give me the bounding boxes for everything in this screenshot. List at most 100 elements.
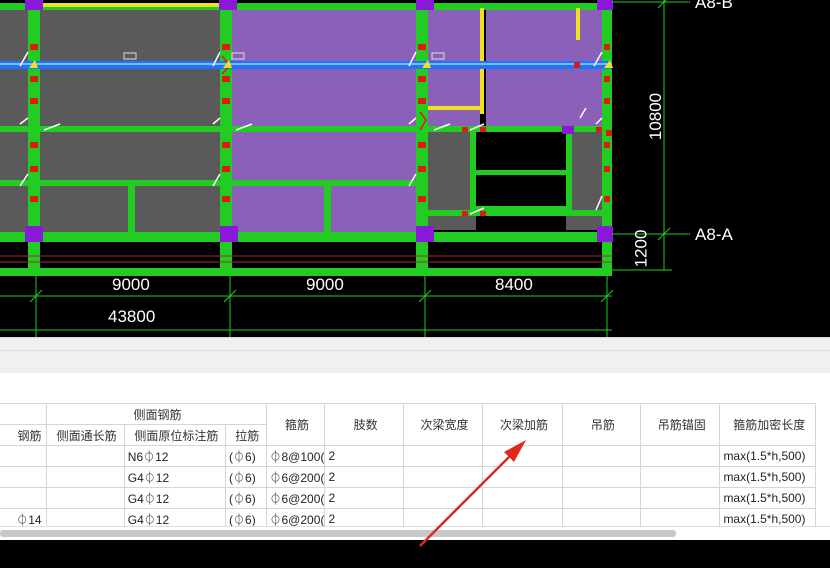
span-dimension: 9000 (306, 275, 344, 294)
header-hanger-anchorage[interactable]: 吊筋锚固 (639, 403, 721, 446)
cell[interactable]: G4⏀12 (123, 508, 227, 526)
header-rebar[interactable]: 钢筋 (0, 424, 47, 446)
cell[interactable] (45, 487, 125, 509)
header-hanger-rebar[interactable]: 吊筋 (561, 403, 641, 446)
beam-line (566, 130, 572, 210)
cell[interactable] (482, 466, 563, 488)
beam-line (476, 170, 566, 175)
cell[interactable]: ⏀6@200( (265, 466, 326, 488)
table-row[interactable]: ⏀14 G4⏀12 (⏀6) ⏀6@200( 2 max(1.5*h,500) (0, 508, 816, 526)
cell[interactable] (482, 487, 563, 509)
beam-line (428, 210, 602, 216)
beam-line (128, 182, 135, 234)
cell[interactable] (482, 508, 563, 526)
cell[interactable]: 2 (324, 445, 404, 467)
property-panel-toolbar (0, 337, 830, 374)
cell[interactable] (561, 445, 641, 467)
header-secondary-beam-rebar[interactable]: 次梁加筋 (482, 403, 563, 446)
column-block (562, 126, 574, 134)
slab-region (230, 185, 326, 235)
cell[interactable] (0, 466, 47, 488)
cell[interactable]: G4⏀12 (123, 466, 227, 488)
span-dimension: 9000 (112, 275, 150, 294)
column-block (219, 0, 237, 10)
table-row[interactable]: N6⏀12 (⏀6) ⏀8@100( 2 max(1.5*h,500) (0, 445, 816, 467)
column-block (25, 0, 43, 10)
header-secondary-beam-width[interactable]: 次梁宽度 (402, 403, 484, 446)
cell[interactable]: 2 (324, 466, 404, 488)
axis-label-mid: A8-A (695, 225, 733, 244)
cell[interactable]: max(1.5*h,500) (719, 445, 816, 467)
column-block (597, 226, 613, 242)
cell[interactable] (639, 466, 721, 488)
cell[interactable] (639, 508, 721, 526)
header-tie-bar[interactable]: 拉筋 (225, 424, 267, 446)
column-block (220, 226, 238, 242)
cell[interactable] (561, 466, 641, 488)
cell[interactable]: max(1.5*h,500) (719, 508, 816, 526)
cell[interactable]: (⏀6) (225, 508, 267, 526)
cell[interactable] (639, 487, 721, 509)
total-dimension: 43800 (108, 307, 156, 326)
slab-region (330, 185, 416, 235)
axis-label-top: A8-B (695, 0, 733, 12)
vertical-dimension: 10800 (646, 92, 666, 141)
cell[interactable] (45, 445, 125, 467)
table-row[interactable]: G4⏀12 (⏀6) ⏀6@200( 2 max(1.5*h,500) (0, 487, 816, 509)
cell[interactable]: (⏀6) (225, 487, 267, 509)
cell[interactable]: (⏀6) (225, 445, 267, 467)
scrollbar-thumb[interactable] (0, 530, 676, 537)
cell[interactable]: 2 (324, 487, 404, 509)
cell[interactable] (561, 487, 641, 509)
column-block (597, 0, 613, 10)
header-legs[interactable]: 肢数 (324, 403, 404, 446)
horizontal-scrollbar[interactable] (0, 526, 830, 540)
column-block (25, 226, 43, 242)
highlight-line (428, 106, 484, 110)
header-side-continuous[interactable]: 侧面通长筋 (45, 424, 125, 446)
header-side-in-situ[interactable]: 侧面原位标注筋 (123, 424, 227, 446)
cad-drawing-canvas[interactable]: A8-B A8-A 9000 9000 8400 43800 10800 120… (0, 0, 830, 337)
highlight-line (40, 3, 220, 7)
column-block (416, 0, 434, 10)
cell[interactable]: ⏀14 (0, 508, 47, 526)
cell[interactable] (45, 466, 125, 488)
cell[interactable]: ⏀8@100( (265, 445, 326, 467)
beam-line (0, 180, 416, 186)
highlight-line (576, 8, 580, 40)
cell[interactable]: max(1.5*h,500) (719, 487, 816, 509)
column-block (416, 226, 434, 242)
cell[interactable] (402, 445, 484, 467)
span-dimension: 8400 (495, 275, 533, 294)
table-spacer (0, 373, 830, 403)
vertical-dimension: 1200 (631, 229, 651, 268)
status-strip (0, 540, 830, 568)
header-stirrup-dense-length[interactable]: 箍筋加密长度 (719, 403, 816, 446)
cell[interactable] (402, 487, 484, 509)
cell[interactable]: max(1.5*h,500) (719, 466, 816, 488)
cell[interactable] (45, 508, 125, 526)
header-group-side-rebar[interactable]: 侧面钢筋 (45, 403, 267, 425)
rebar-grid: 侧面钢筋 箍筋 肢数 次梁宽度 次梁加筋 吊筋 吊筋锚固 箍筋加密长度 钢筋 侧… (0, 403, 816, 526)
toolbar-divider (0, 350, 830, 351)
cell[interactable]: (⏀6) (225, 466, 267, 488)
header-stirrup[interactable]: 箍筋 (265, 403, 326, 446)
cell[interactable] (0, 445, 47, 467)
cell[interactable]: 2 (324, 508, 404, 526)
beam-line (324, 182, 331, 234)
cell[interactable] (402, 508, 484, 526)
cell[interactable] (482, 445, 563, 467)
beam-line (0, 232, 612, 242)
cell[interactable]: N6⏀12 (123, 445, 227, 467)
cell[interactable] (639, 445, 721, 467)
cell[interactable] (561, 508, 641, 526)
table-row[interactable]: G4⏀12 (⏀6) ⏀6@200( 2 max(1.5*h,500) (0, 466, 816, 488)
header-cell[interactable] (0, 403, 47, 425)
cell[interactable]: ⏀6@200( (265, 487, 326, 509)
rebar-property-table[interactable]: 侧面钢筋 箍筋 肢数 次梁宽度 次梁加筋 吊筋 吊筋锚固 箍筋加密长度 钢筋 侧… (0, 373, 830, 526)
cell[interactable]: G4⏀12 (123, 487, 227, 509)
beam-line (470, 130, 476, 210)
cell[interactable] (0, 487, 47, 509)
cell[interactable] (402, 466, 484, 488)
cell[interactable]: ⏀6@200( (265, 508, 326, 526)
